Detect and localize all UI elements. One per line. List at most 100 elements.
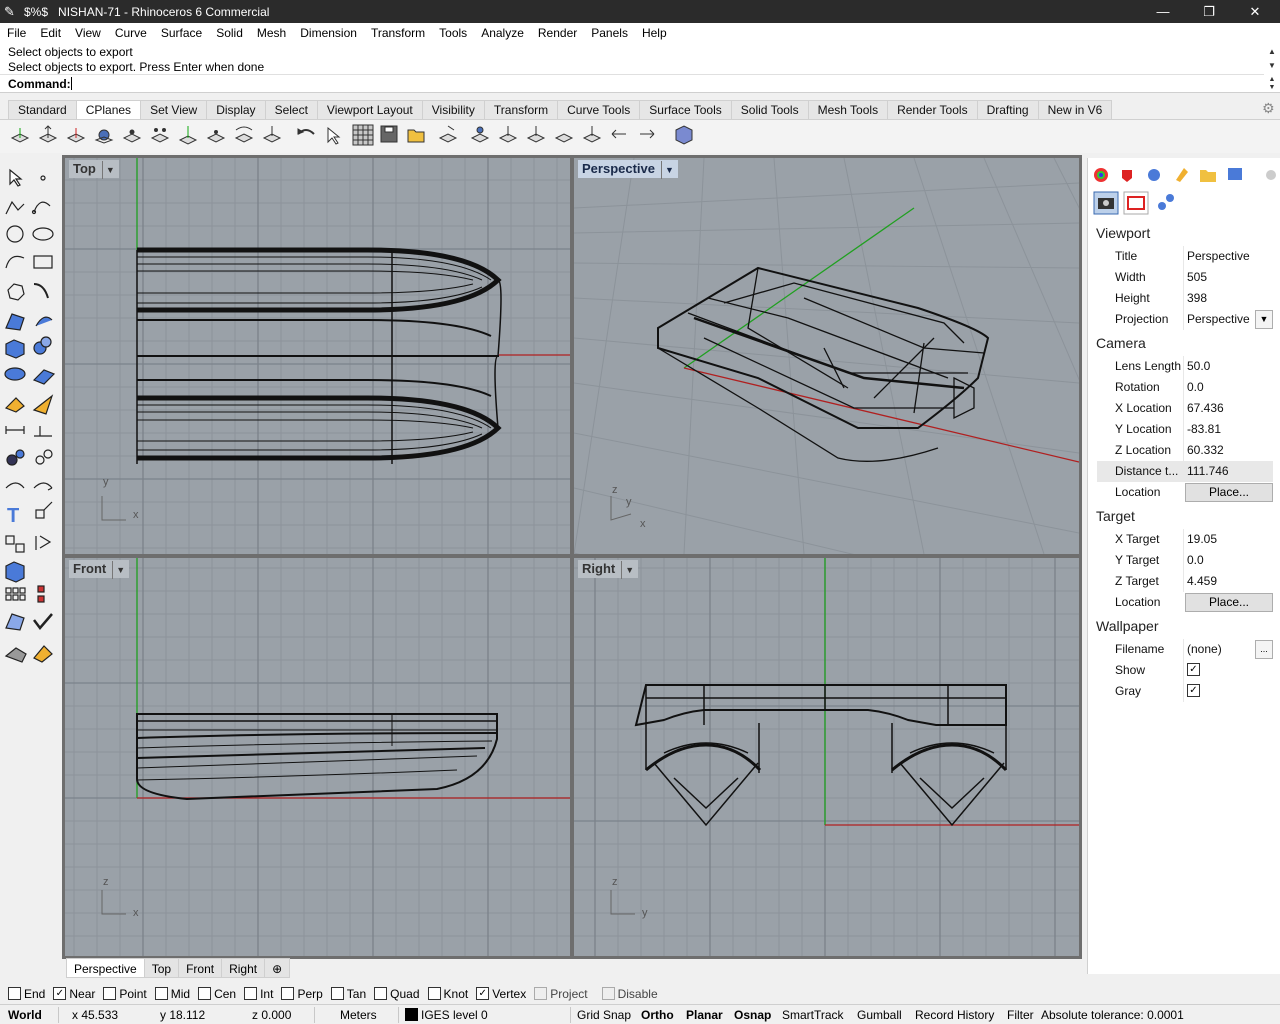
analyze-icon[interactable] bbox=[5, 613, 25, 631]
paint-icon[interactable] bbox=[33, 645, 53, 663]
prop-width-row[interactable]: Width 505 bbox=[1097, 267, 1273, 288]
viewport-menu-arrow-icon[interactable]: ▼ bbox=[621, 561, 634, 579]
prop-filename-row[interactable]: Filename (none)... bbox=[1097, 639, 1273, 660]
transform-icon[interactable] bbox=[6, 449, 25, 466]
layer-icon[interactable] bbox=[4, 647, 27, 663]
minimize-button[interactable]: — bbox=[1140, 0, 1186, 23]
files-icon[interactable] bbox=[1200, 170, 1216, 182]
cplane-curve-icon[interactable] bbox=[234, 126, 254, 143]
prop-value[interactable]: 398 bbox=[1187, 291, 1207, 305]
prop-value[interactable]: 19.05 bbox=[1187, 532, 1217, 546]
history-scroll-up-icon[interactable]: ▲ bbox=[1266, 46, 1278, 58]
osnap-checkbox[interactable] bbox=[198, 987, 212, 1000]
color-wheel-icon[interactable] bbox=[1094, 168, 1108, 182]
cplane-grid-icon[interactable] bbox=[352, 124, 374, 146]
tab-select[interactable]: Select bbox=[264, 100, 318, 119]
prop-z-target-row[interactable]: Z Target 4.459 bbox=[1097, 571, 1273, 592]
ortho-toggle[interactable]: Ortho bbox=[641, 1008, 674, 1022]
tab-visibility[interactable]: Visibility bbox=[421, 100, 485, 119]
menu-panels[interactable]: Panels bbox=[584, 26, 635, 40]
tab-set-view[interactable]: Set View bbox=[140, 100, 208, 119]
rectangle-icon[interactable] bbox=[33, 255, 53, 269]
planar-toggle[interactable]: Planar bbox=[686, 1008, 723, 1022]
cplane-status[interactable]: World bbox=[8, 1008, 42, 1022]
command-input-caret[interactable] bbox=[71, 77, 72, 90]
solid-tools-icon[interactable] bbox=[33, 336, 52, 355]
polygon-icon[interactable] bbox=[7, 283, 25, 301]
prop-value[interactable]: 50.0 bbox=[1187, 359, 1210, 373]
gray-checkbox[interactable]: ✓ bbox=[1187, 684, 1200, 697]
show-checkbox[interactable]: ✓ bbox=[1187, 663, 1200, 676]
view-tab-front[interactable]: Front bbox=[178, 958, 223, 978]
prop-height-row[interactable]: Height 398 bbox=[1097, 288, 1273, 309]
tab-mesh-tools[interactable]: Mesh Tools bbox=[807, 100, 889, 119]
dimension-tools-icon[interactable] bbox=[34, 426, 52, 437]
surface-tools-icon[interactable] bbox=[35, 316, 53, 327]
tab-solid-tools[interactable]: Solid Tools bbox=[730, 100, 809, 119]
cplane-elevation-icon[interactable] bbox=[38, 125, 58, 143]
prop-show-row[interactable]: Show ✓ bbox=[1097, 660, 1273, 681]
cplane-top-icon[interactable] bbox=[10, 128, 30, 143]
select-arrow-icon[interactable] bbox=[9, 168, 23, 187]
cplane-select-icon[interactable] bbox=[327, 126, 341, 145]
viewport-menu-arrow-icon[interactable]: ▼ bbox=[101, 161, 115, 179]
menu-tools[interactable]: Tools bbox=[432, 26, 474, 40]
cplane-perp-icon[interactable] bbox=[262, 126, 282, 143]
add-view-tab-icon[interactable]: ⊕ bbox=[264, 958, 291, 978]
tab-display[interactable]: Display bbox=[206, 100, 266, 119]
check-icon[interactable] bbox=[33, 613, 53, 630]
smarttrack-toggle[interactable]: SmartTrack bbox=[782, 1008, 844, 1022]
viewport-label-right[interactable]: Right ▼ bbox=[578, 560, 639, 579]
osnap-checkbox[interactable] bbox=[281, 987, 295, 1000]
cplane-surface-icon[interactable] bbox=[122, 129, 142, 143]
menu-file[interactable]: File bbox=[0, 26, 33, 40]
osnap-knot[interactable]: Knot bbox=[427, 987, 468, 1001]
scale-icon[interactable] bbox=[35, 501, 53, 519]
osnap-quad[interactable]: Quad bbox=[374, 987, 420, 1001]
previous-cplane-icon[interactable] bbox=[611, 129, 626, 139]
view-tab-right[interactable]: Right bbox=[221, 958, 266, 978]
ellipse-icon[interactable] bbox=[32, 227, 54, 241]
move-cplane-icon[interactable] bbox=[582, 126, 602, 143]
dimension-icon[interactable] bbox=[5, 426, 25, 434]
circle-icon[interactable] bbox=[6, 225, 24, 243]
osnap-checkbox[interactable] bbox=[330, 987, 344, 1000]
viewport-frame-icon[interactable] bbox=[1123, 191, 1149, 215]
view-tab-top[interactable]: Top bbox=[143, 958, 180, 978]
box-cplane-icon[interactable] bbox=[675, 125, 693, 145]
grid-snap-toggle[interactable]: Grid Snap bbox=[577, 1008, 631, 1022]
render-tools-icon[interactable] bbox=[32, 394, 54, 415]
tab-drafting[interactable]: Drafting bbox=[976, 100, 1039, 119]
menu-surface[interactable]: Surface bbox=[154, 26, 209, 40]
open-cplane-icon[interactable] bbox=[407, 129, 425, 143]
osnap-checkbox[interactable] bbox=[244, 987, 258, 1000]
target-place-button[interactable]: Place... bbox=[1185, 593, 1273, 612]
prop-value[interactable]: -83.81 bbox=[1187, 422, 1221, 436]
menu-transform[interactable]: Transform bbox=[364, 26, 432, 40]
prop-z-location-row[interactable]: Z Location 60.332 bbox=[1097, 440, 1273, 461]
mesh-icon[interactable] bbox=[4, 367, 26, 381]
array-linear-icon[interactable] bbox=[37, 585, 45, 603]
rotate-cplane-z-icon[interactable] bbox=[554, 133, 574, 143]
extrude-icon[interactable] bbox=[5, 561, 25, 583]
gumball-toggle[interactable]: Gumball bbox=[857, 1008, 902, 1022]
viewport-menu-arrow-icon[interactable]: ▼ bbox=[112, 561, 125, 579]
osnap-toggle[interactable]: Osnap bbox=[734, 1008, 771, 1022]
browse-file-button[interactable]: ... bbox=[1255, 640, 1273, 659]
prop-value[interactable]: Perspective bbox=[1187, 312, 1250, 326]
save-cplane-icon[interactable] bbox=[380, 125, 398, 143]
tab-standard[interactable]: Standard bbox=[8, 100, 77, 119]
text-icon[interactable]: T bbox=[7, 505, 19, 527]
split-icon[interactable] bbox=[33, 482, 53, 491]
osnap-checkbox[interactable] bbox=[427, 987, 441, 1000]
osnap-cen[interactable]: Cen bbox=[198, 987, 236, 1001]
trim-icon[interactable] bbox=[5, 482, 25, 489]
mirror-icon[interactable] bbox=[35, 535, 52, 550]
named-cplane-icon[interactable] bbox=[438, 125, 458, 143]
osnap-checkbox[interactable] bbox=[8, 987, 21, 1000]
osnap-near[interactable]: ✓ Near bbox=[53, 987, 95, 1001]
osnap-checkbox[interactable] bbox=[374, 987, 388, 1000]
rotate-cplane-x-icon[interactable] bbox=[498, 126, 518, 143]
osnap-int[interactable]: Int bbox=[244, 987, 273, 1001]
prop-projection-row[interactable]: Projection Perspective ▼ bbox=[1097, 309, 1273, 330]
